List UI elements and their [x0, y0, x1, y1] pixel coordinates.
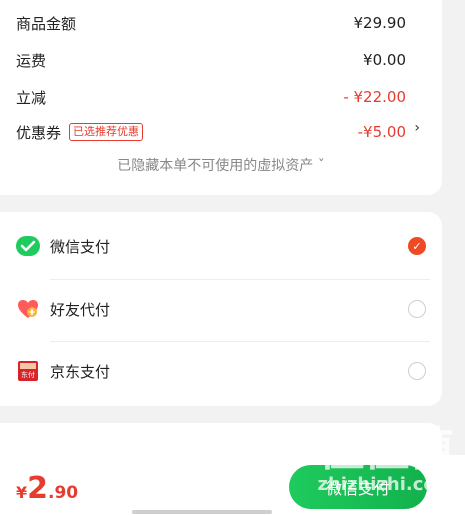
wechat-pay-icon — [16, 234, 40, 258]
shipping-value: ¥0.00 — [363, 51, 406, 69]
discount-label: 立减 — [16, 88, 47, 107]
home-indicator — [132, 510, 272, 514]
jd-pay-icon: 东付 — [16, 359, 40, 383]
radio-unselected-icon[interactable] — [408, 300, 426, 318]
goods-amount-row: 商品金额 ¥29.90 — [16, 8, 406, 38]
coupon-left: 优惠券 已选推荐优惠 — [16, 122, 144, 143]
friend-pay-heart-icon — [16, 297, 40, 321]
coupon-row[interactable]: 优惠券 已选推荐优惠 -¥5.00 — [16, 117, 406, 147]
discount-value: - ¥22.00 — [343, 88, 406, 106]
payment-option-label: 微信支付 — [50, 237, 111, 256]
price-decimal: .90 — [48, 483, 79, 503]
discount-row: 立减 - ¥22.00 — [16, 82, 406, 112]
shipping-row: 运费 ¥0.00 — [16, 45, 406, 75]
site-watermark: 值值值 zhizhizhi.com — [313, 424, 459, 508]
payment-option-friend[interactable]: 好友代付 — [16, 279, 426, 339]
jd-pay-icon-text: 东付 — [21, 370, 35, 379]
payment-option-label: 京东支付 — [50, 362, 111, 381]
payment-option-jd[interactable]: 东付 京东支付 — [16, 341, 426, 401]
shipping-label: 运费 — [16, 51, 47, 70]
total-price: ¥2.90 — [16, 471, 78, 506]
goods-amount-label: 商品金额 — [16, 14, 77, 33]
payment-methods-card: 微信支付 ✓ 好友代付 东付 京东支付 — [0, 212, 442, 406]
order-summary-card: 商品金额 ¥29.90 运费 ¥0.00 立减 - ¥22.00 优惠券 已选推… — [0, 0, 442, 195]
recommended-coupon-tag: 已选推荐优惠 — [69, 123, 144, 141]
watermark-url: zhizhizhi.com — [317, 474, 455, 495]
price-integer: 2 — [27, 471, 49, 506]
currency-symbol: ¥ — [16, 483, 28, 502]
chevron-right-icon[interactable]: › — [414, 120, 420, 136]
payment-option-wechat[interactable]: 微信支付 ✓ — [16, 216, 426, 276]
radio-unselected-icon[interactable] — [408, 362, 426, 380]
radio-selected-icon[interactable]: ✓ — [408, 237, 426, 255]
watermark-logo: 值值值 — [318, 422, 455, 476]
coupon-value: -¥5.00 — [357, 123, 406, 141]
goods-amount-value: ¥29.90 — [353, 14, 407, 32]
hidden-assets-toggle[interactable]: 已隐藏本单不可使用的虚拟资产 ˇ — [0, 155, 442, 175]
payment-option-label: 好友代付 — [50, 300, 111, 319]
coupon-label: 优惠券 — [16, 123, 62, 142]
